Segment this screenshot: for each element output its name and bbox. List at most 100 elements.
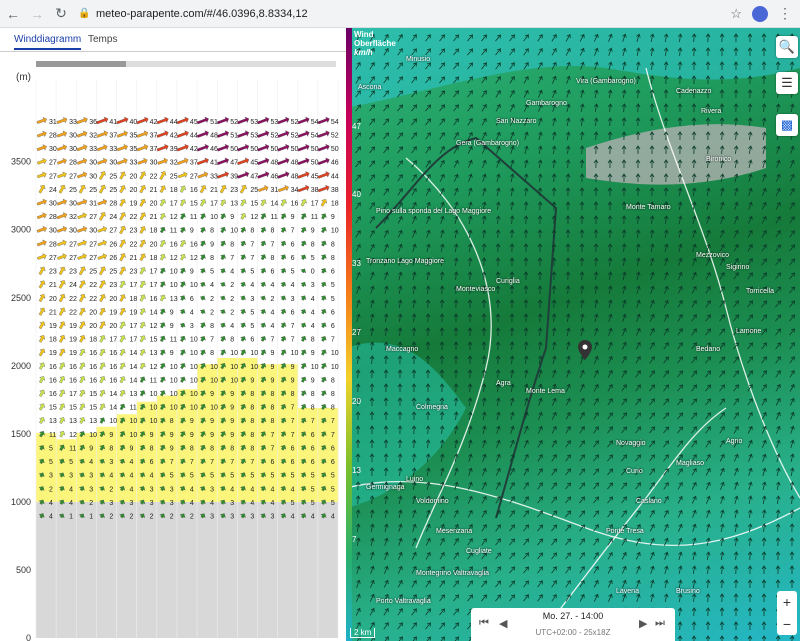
- map-wind-arrow-shape: [495, 481, 501, 490]
- map-wind-arrow-shape: [593, 103, 599, 113]
- map-wind-arrow-shape: [677, 201, 683, 211]
- map-wind-arrow: [593, 187, 599, 197]
- wind-speed-value: 27: [109, 228, 117, 235]
- tab-temps[interactable]: Temps: [88, 34, 117, 45]
- map-wind-arrow: [635, 257, 641, 266]
- forward-icon[interactable]: →: [26, 3, 48, 25]
- map-wind-arrow: [383, 160, 389, 168]
- map-wind-arrow-shape: [636, 299, 641, 308]
- map-wind-arrow-shape: [663, 313, 669, 322]
- zoom-in-button[interactable]: +: [777, 591, 797, 613]
- tab-winddiagramm[interactable]: Winddiagramm: [14, 34, 82, 50]
- wind-speed-value: 8: [109, 445, 113, 452]
- map-wind-arrow-shape: [425, 313, 431, 323]
- wind-arrow: [119, 185, 126, 194]
- wind-speed-value: 11: [190, 214, 197, 221]
- wind-arrow-shape: [159, 226, 166, 234]
- map-wind-arrow-shape: [621, 355, 627, 364]
- map-wind-arrow-shape: [733, 89, 739, 99]
- map-wind-arrow-shape: [677, 356, 683, 364]
- map-wind-arrow-shape: [649, 468, 655, 476]
- map-wind-arrow: [761, 201, 767, 210]
- map-wind-arrow-shape: [537, 327, 543, 337]
- wind-arrow: [257, 116, 270, 125]
- chart-icon[interactable]: ▩: [776, 114, 798, 136]
- map-wind-arrow-shape: [789, 579, 795, 589]
- wind-speed-value: 42: [170, 132, 178, 139]
- map-wind-arrow: [621, 341, 627, 350]
- wind-arrow: [280, 295, 287, 301]
- map-wind-arrow-shape: [677, 593, 683, 603]
- map-wind-arrow: [551, 468, 557, 476]
- map-wind-arrow: [509, 201, 515, 211]
- map-wind-arrow: [663, 75, 669, 85]
- map-wind-arrow-shape: [593, 579, 599, 588]
- map-wind-arrow-shape: [719, 398, 725, 406]
- map-wind-arrow-shape: [509, 299, 515, 309]
- map-wind-arrow: [593, 468, 600, 476]
- time-scroll-strip[interactable]: [36, 61, 336, 67]
- wind-speed-value: 3: [130, 500, 134, 507]
- wind-speed-value: 47: [230, 160, 238, 167]
- wind-arrow-shape: [99, 348, 106, 357]
- wind-speed-value: 15: [89, 405, 97, 412]
- map-wind-arrow: [509, 243, 515, 253]
- map-wind-arrow: [733, 607, 739, 617]
- search-icon[interactable]: 🔍: [776, 36, 798, 58]
- map-wind-arrow-shape: [621, 103, 627, 113]
- map-wind-arrow-shape: [593, 369, 599, 378]
- wind-arrow: [157, 157, 168, 165]
- wind-speed-value: 27: [49, 173, 57, 180]
- map-wind-arrow: [566, 341, 571, 350]
- bookmark-star-icon[interactable]: ☆: [730, 6, 742, 22]
- wind-speed-value: 3: [230, 514, 234, 521]
- wind-arrow: [59, 417, 66, 424]
- settings-sliders-icon[interactable]: ☰: [776, 72, 798, 94]
- map-wind-arrow-shape: [552, 355, 557, 364]
- map-wind-arrow-shape: [677, 481, 683, 490]
- zoom-out-button[interactable]: −: [777, 613, 797, 635]
- map-wind-arrow-shape: [425, 90, 432, 98]
- map-wind-arrow-shape: [733, 621, 739, 631]
- location-pin-icon[interactable]: [578, 340, 592, 360]
- wind-speed-value: 2: [210, 309, 214, 316]
- map-wind-arrow-shape: [636, 565, 641, 574]
- profile-avatar-icon[interactable]: [752, 5, 768, 22]
- wind-arrow: [39, 403, 46, 411]
- map-wind-arrow: [425, 285, 431, 295]
- map-wind-arrow-shape: [538, 117, 543, 126]
- wind-arrow-shape: [77, 253, 87, 260]
- reload-icon[interactable]: ↻: [50, 3, 72, 25]
- map-wind-arrow: [411, 327, 417, 337]
- wind-map[interactable]: Wind Oberfläche km/h 47 40 33 27 20 13 7 Ascon…: [346, 28, 800, 641]
- wind-arrow: [99, 280, 106, 289]
- wind-speed-value: 7: [331, 418, 335, 425]
- last-time-icon[interactable]: ⏭: [655, 617, 665, 630]
- wind-speed-value: 22: [150, 173, 158, 180]
- time-scroll-thumb[interactable]: [36, 61, 126, 67]
- map-wind-arrow-shape: [649, 523, 655, 532]
- back-icon[interactable]: ←: [2, 3, 24, 25]
- map-wind-arrow-shape: [761, 551, 767, 561]
- map-wind-arrow: [537, 299, 543, 309]
- map-wind-arrow: [691, 117, 697, 127]
- wind-arrow-shape: [98, 266, 106, 276]
- browser-menu-icon[interactable]: ⋮: [778, 5, 792, 22]
- wind-arrow: [260, 199, 267, 207]
- next-time-icon[interactable]: ▶: [639, 617, 647, 630]
- map-wind-arrow-shape: [677, 412, 684, 420]
- map-wind-arrow-shape: [775, 356, 781, 364]
- map-wind-arrow: [538, 131, 543, 140]
- map-wind-arrow-shape: [551, 566, 557, 574]
- map-wind-arrow: [636, 285, 641, 294]
- map-wind-arrow: [593, 285, 599, 295]
- wind-speed-value: 18: [150, 255, 158, 262]
- map-wind-arrow: [551, 425, 557, 434]
- wind-arrow-shape: [196, 143, 209, 152]
- map-wind-arrow-shape: [579, 299, 585, 309]
- map-wind-arrow: [607, 257, 613, 267]
- map-wind-arrow-shape: [537, 566, 543, 574]
- wind-speed-value: 8: [230, 337, 234, 344]
- address-bar[interactable]: 🔒 meteo-parapente.com/#/46.0396,8.8334,1…: [78, 4, 724, 24]
- wind-arrow-shape: [220, 349, 227, 356]
